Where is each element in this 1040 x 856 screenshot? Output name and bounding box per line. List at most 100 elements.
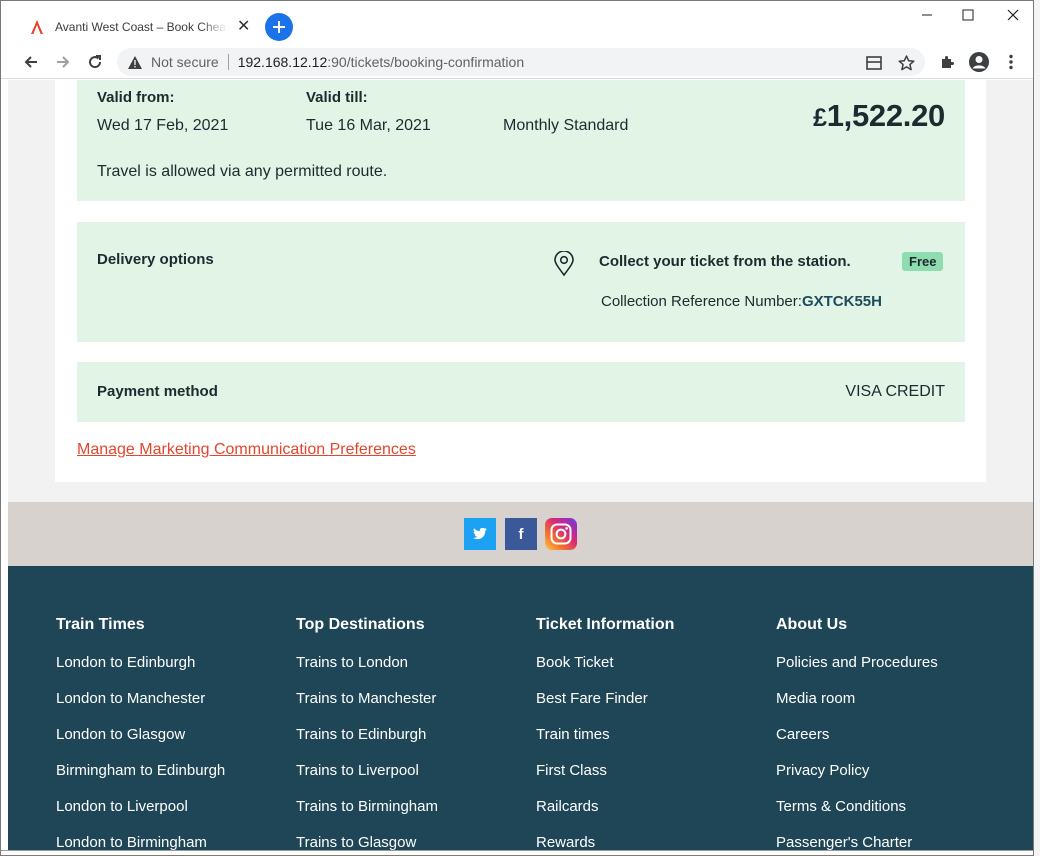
footer-column-ticket-information: Ticket Information Book Ticket Best Fare…: [536, 616, 766, 850]
footer-column-about-us: About Us Policies and Procedures Media r…: [776, 616, 1006, 850]
maximize-button[interactable]: [946, 3, 990, 27]
footer-link[interactable]: Trains to London: [296, 653, 526, 689]
url-text[interactable]: 192.168.12.12:90/tickets/booking-confirm…: [238, 54, 524, 70]
tab-strip: Avanti West Coast – Book Cheap ✕: [1, 1, 1033, 45]
url-path: :90/tickets/booking-confirmation: [327, 54, 525, 70]
puzzle-icon: [942, 56, 954, 68]
valid-till-label: Valid till:: [306, 89, 368, 106]
footer-link[interactable]: Trains to Manchester: [296, 689, 526, 725]
footer-link[interactable]: Book Ticket: [536, 653, 766, 689]
menu-button[interactable]: [998, 49, 1024, 75]
footer-link[interactable]: Train times: [536, 725, 766, 761]
site-footer: Train Times London to Edinburgh London t…: [8, 566, 1033, 850]
free-badge: Free: [902, 252, 944, 271]
route-note: Travel is allowed via any permitted rout…: [97, 163, 388, 180]
minimize-button[interactable]: [905, 3, 949, 27]
footer-link[interactable]: Careers: [776, 725, 1006, 761]
footer-column-top-destinations: Top Destinations Trains to London Trains…: [296, 616, 526, 850]
footer-link[interactable]: Trains to Edinburgh: [296, 725, 526, 761]
collect-text: Collect your ticket from the station.: [599, 253, 851, 270]
browser-window: Avanti West Coast – Book Cheap ✕ Not sec…: [0, 0, 1034, 856]
price-currency: £: [813, 104, 827, 132]
profile-button[interactable]: [966, 49, 992, 75]
footer-link[interactable]: Privacy Policy: [776, 761, 1006, 797]
ticket-summary-panel: Valid from: Wed 17 Feb, 2021 Valid till:…: [77, 80, 965, 201]
footer-link[interactable]: Best Fare Finder: [536, 689, 766, 725]
facebook-icon[interactable]: f: [505, 518, 537, 550]
footer-link[interactable]: London to Edinburgh: [56, 653, 286, 689]
footer-link[interactable]: Birmingham to Edinburgh: [56, 761, 286, 797]
reference-code: GXTCK55H: [801, 293, 882, 310]
delivery-heading: Delivery options: [97, 251, 214, 268]
price-amount: 1,522.20: [826, 98, 946, 133]
ticket-price: £1,522.20: [813, 98, 945, 134]
footer-heading: Train Times: [56, 616, 145, 633]
separator: [227, 54, 229, 70]
arrow-right-icon: [57, 56, 70, 68]
avatar-icon: [969, 52, 989, 72]
minimize-icon: [922, 14, 932, 16]
page-viewport: Valid from: Wed 17 Feb, 2021 Valid till:…: [8, 80, 1033, 850]
valid-from-value: Wed 17 Feb, 2021: [97, 117, 229, 134]
window-bottom-edge: [1, 850, 1033, 855]
security-label[interactable]: Not secure: [151, 54, 219, 70]
footer-link[interactable]: Policies and Procedures: [776, 653, 1006, 689]
payment-method-value: VISA CREDIT: [845, 383, 945, 400]
valid-till-value: Tue 16 Mar, 2021: [306, 117, 431, 134]
ticket-type: Monthly Standard: [503, 117, 629, 134]
collection-reference: Collection Reference Number:GXTCK55H: [601, 293, 882, 310]
location-pin-icon: [553, 250, 575, 277]
social-band: f: [8, 502, 1033, 566]
close-tab-icon[interactable]: ✕: [237, 19, 250, 35]
footer-column-train-times: Train Times London to Edinburgh London t…: [56, 616, 286, 850]
close-icon: [1007, 9, 1019, 21]
footer-link[interactable]: First Class: [536, 761, 766, 797]
valid-from-label: Valid from:: [97, 89, 175, 106]
booking-card: Valid from: Wed 17 Feb, 2021 Valid till:…: [55, 80, 986, 482]
reference-label: Collection Reference Number:: [601, 293, 802, 310]
footer-heading: Ticket Information: [536, 616, 675, 633]
footer-link[interactable]: London to Manchester: [56, 689, 286, 725]
footer-link[interactable]: Trains to Liverpool: [296, 761, 526, 797]
footer-link[interactable]: Media room: [776, 689, 1006, 725]
footer-heading: Top Destinations: [296, 616, 425, 633]
facebook-glyph: f: [518, 525, 524, 543]
extensions-button[interactable]: [934, 49, 960, 75]
tab-search-icon[interactable]: [865, 54, 883, 72]
footer-link[interactable]: Terms & Conditions: [776, 797, 1006, 833]
plus-icon: [273, 21, 285, 33]
forward-button[interactable]: [50, 49, 76, 75]
warning-icon[interactable]: [127, 54, 143, 70]
payment-heading: Payment method: [97, 383, 218, 400]
new-tab-button[interactable]: [265, 13, 293, 41]
background-window-edge: [1033, 0, 1040, 856]
reload-icon: [89, 55, 102, 69]
browser-toolbar: Not secure 192.168.12.12:90/tickets/book…: [1, 45, 1033, 79]
footer-heading: About Us: [776, 616, 848, 633]
tab-title: Avanti West Coast – Book Cheap: [55, 20, 227, 34]
footer-link[interactable]: Railcards: [536, 797, 766, 833]
bookmark-star-icon[interactable]: [897, 54, 915, 72]
url-host: 192.168.12.12: [237, 54, 328, 70]
footer-link[interactable]: Passenger's Charter: [776, 833, 1006, 850]
footer-link[interactable]: Rewards: [536, 833, 766, 850]
reload-button[interactable]: [82, 49, 108, 75]
instagram-icon[interactable]: [545, 518, 577, 550]
footer-link[interactable]: London to Liverpool: [56, 797, 286, 833]
address-bar[interactable]: Not secure 192.168.12.12:90/tickets/book…: [117, 48, 925, 76]
back-button[interactable]: [18, 49, 44, 75]
manage-marketing-preferences-link[interactable]: Manage Marketing Communication Preferenc…: [77, 441, 416, 459]
payment-method-panel: Payment method VISA CREDIT: [77, 362, 965, 422]
arrow-left-icon: [24, 56, 37, 68]
footer-link[interactable]: London to Glasgow: [56, 725, 286, 761]
footer-link[interactable]: London to Birmingham: [56, 833, 286, 850]
maximize-icon: [962, 9, 974, 21]
footer-link[interactable]: Trains to Glasgow: [296, 833, 526, 850]
avanti-logo-icon: [31, 20, 43, 34]
browser-tab[interactable]: Avanti West Coast – Book Cheap ✕: [21, 9, 255, 45]
kebab-menu-icon: [1009, 54, 1013, 70]
footer-link[interactable]: Trains to Birmingham: [296, 797, 526, 833]
close-window-button[interactable]: [991, 3, 1033, 27]
delivery-options-panel: Delivery options Collect your ticket fro…: [77, 222, 965, 342]
twitter-icon[interactable]: [464, 518, 496, 550]
